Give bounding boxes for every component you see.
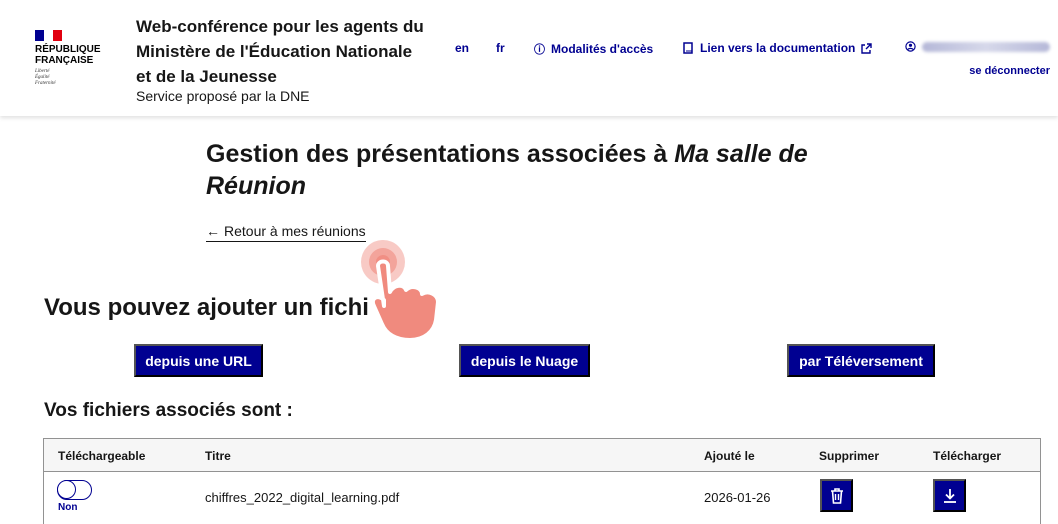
upload-file-button[interactable]: par Téléversement — [787, 344, 935, 377]
lang-en-link[interactable]: en — [455, 41, 469, 55]
back-link-label: Retour à mes réunions — [224, 223, 366, 239]
arrow-left-icon: ← — [206, 223, 220, 239]
downloadable-toggle[interactable] — [57, 480, 92, 500]
downloadable-toggle-label: Non — [58, 502, 78, 513]
documentation-link-label: Lien vers la documentation — [700, 41, 856, 55]
column-header-download: Télécharger — [933, 449, 1002, 463]
file-title: chiffres_2022_digital_learning.pdf — [205, 490, 400, 505]
french-flag-logo — [35, 30, 62, 41]
site-header: RÉPUBLIQUE FRANÇAISE Liberté Égalité Fra… — [0, 0, 1058, 116]
lang-fr-link[interactable]: fr — [496, 41, 505, 55]
access-link-label: Modalités d'accès — [551, 42, 654, 56]
info-icon: ⓘ — [534, 44, 545, 56]
column-header-downloadable: Téléchargeable — [58, 449, 146, 463]
access-link[interactable]: ⓘ Modalités d'accès — [534, 41, 653, 57]
download-icon — [943, 488, 956, 503]
column-header-title: Titre — [205, 449, 231, 463]
table-row: Non chiffres_2022_digital_learning.pdf 2… — [44, 472, 1040, 524]
external-link-icon — [861, 42, 873, 54]
logout-link[interactable]: se déconnecter — [969, 65, 1050, 77]
delete-file-button[interactable] — [820, 479, 853, 512]
site-tagline: Service proposé par la DNE — [136, 88, 310, 104]
republique-francaise-label: RÉPUBLIQUE FRANÇAISE — [35, 44, 101, 66]
user-account[interactable] — [905, 41, 1050, 52]
files-table: Téléchargeable Titre Ajouté le Supprimer… — [43, 438, 1041, 524]
user-icon — [905, 41, 916, 52]
file-added-date: 2026-01-26 — [704, 490, 771, 505]
associated-files-heading: Vos fichiers associés sont : — [44, 400, 293, 421]
page-title: Gestion des présentations associées à Ma… — [206, 138, 886, 202]
page-title-text: Gestion des présentations associées à — [206, 140, 675, 168]
table-header: Téléchargeable Titre Ajouté le Supprimer… — [44, 439, 1040, 472]
add-from-url-button[interactable]: depuis une URL — [134, 344, 263, 377]
add-file-heading: Vous pouvez ajouter un fichi — [44, 294, 369, 321]
column-header-delete: Supprimer — [819, 449, 880, 463]
book-icon — [683, 42, 693, 54]
back-to-meetings-link[interactable]: ← Retour à mes réunions — [206, 223, 366, 242]
republic-motto: Liberté Égalité Fraternité — [35, 69, 56, 86]
trash-icon — [830, 487, 843, 504]
download-file-button[interactable] — [933, 479, 966, 512]
user-name-blurred — [922, 41, 1050, 52]
documentation-link[interactable]: Lien vers la documentation — [683, 41, 873, 55]
column-header-added: Ajouté le — [704, 449, 755, 463]
add-from-cloud-button[interactable]: depuis le Nuage — [459, 344, 590, 377]
hand-pointer-icon — [361, 240, 440, 342]
site-title[interactable]: Web-conférence pour les agents du Minist… — [136, 14, 426, 89]
